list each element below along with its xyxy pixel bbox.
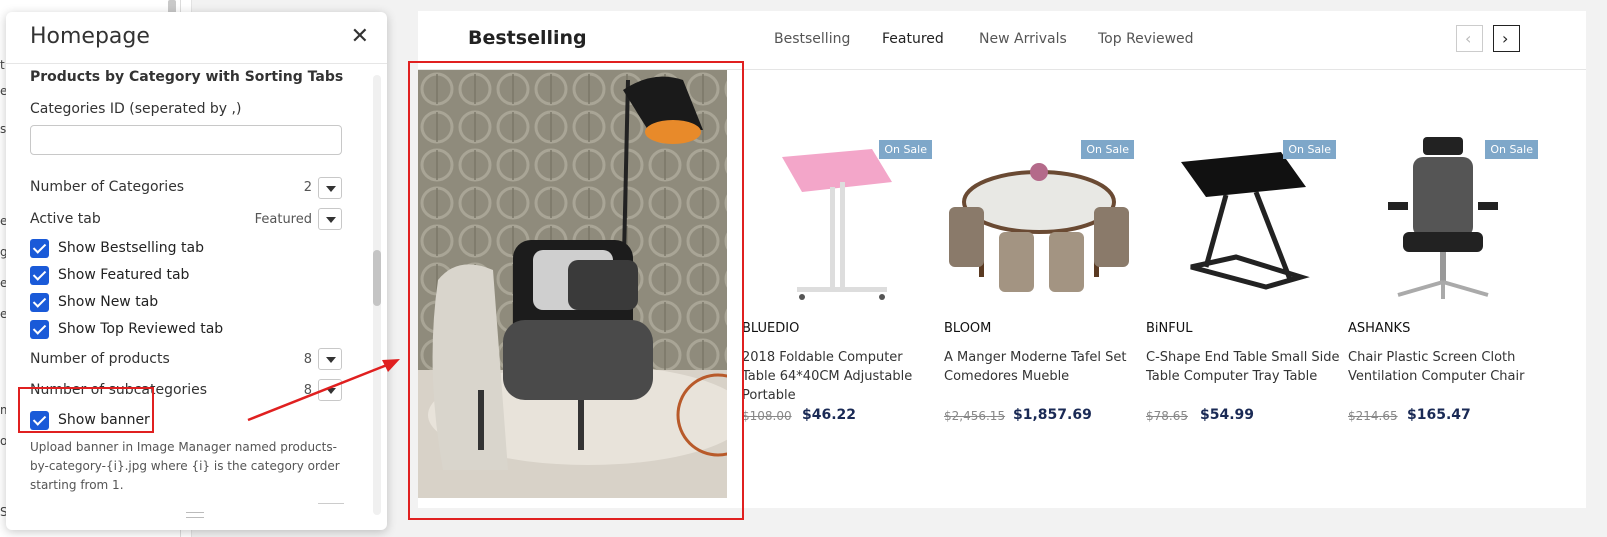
next-button[interactable]: › xyxy=(1493,25,1520,52)
active-tab-value: Featured xyxy=(254,212,312,227)
panel-scrollbar[interactable] xyxy=(373,75,381,515)
section-title: Products by Category with Sorting Tabs xyxy=(30,69,344,85)
product-card[interactable]: On Sale BLUEDIO 2018 Foldable Computer T… xyxy=(742,127,932,427)
sale-price: $54.99 xyxy=(1200,407,1255,423)
tab-bestselling[interactable]: Bestselling xyxy=(774,31,850,47)
checkbox-checked[interactable] xyxy=(30,238,49,258)
panel-header: Homepage ✕ xyxy=(6,12,387,64)
number-of-products-label: Number of products xyxy=(30,351,170,367)
prev-button[interactable]: ‹ xyxy=(1456,25,1483,52)
active-tab-dropdown[interactable] xyxy=(318,208,342,230)
on-sale-badge: On Sale xyxy=(1081,140,1134,159)
banner-highlight-box xyxy=(408,61,744,520)
panel-body: Products by Category with Sorting Tabs C… xyxy=(6,65,387,530)
background-text-fragment: t xyxy=(0,58,5,72)
categories-id-input[interactable] xyxy=(30,125,342,155)
product-card[interactable]: On Sale BiNFUL C-Shape End Table Small S… xyxy=(1146,127,1340,427)
show-new-tab-checkbox[interactable]: Show New tab xyxy=(30,292,158,312)
product-brand: BiNFUL xyxy=(1146,321,1193,336)
show-featured-tab-checkbox[interactable]: Show Featured tab xyxy=(30,265,189,285)
old-price: $214.65 xyxy=(1348,409,1398,423)
product-brand: ASHANKS xyxy=(1348,321,1411,336)
old-price: $78.65 xyxy=(1146,409,1188,423)
homepage-settings-panel: Homepage ✕ Products by Category with Sor… xyxy=(6,12,387,530)
on-sale-badge: On Sale xyxy=(1283,140,1336,159)
tab-featured[interactable]: Featured xyxy=(882,31,944,47)
number-of-categories-dropdown[interactable] xyxy=(318,177,342,199)
tab-top-reviewed[interactable]: Top Reviewed xyxy=(1098,31,1194,47)
resize-grip-icon[interactable] xyxy=(186,512,204,518)
checkbox-label: Show Bestselling tab xyxy=(58,240,204,256)
checkbox-label: Show Top Reviewed tab xyxy=(58,321,224,337)
show-top-reviewed-tab-checkbox[interactable]: Show Top Reviewed tab xyxy=(30,319,223,339)
product-name[interactable]: C-Shape End Table Small Side Table Compu… xyxy=(1146,348,1341,386)
close-icon[interactable]: ✕ xyxy=(351,26,369,48)
checkbox-label: Show New tab xyxy=(58,294,159,310)
product-name[interactable]: Chair Plastic Screen Cloth Ventilation C… xyxy=(1348,348,1543,386)
old-price: $2,456.15 xyxy=(944,409,1006,423)
panel-title: Homepage xyxy=(30,24,150,49)
product-name[interactable]: 2018 Foldable Computer Table 64*40CM Adj… xyxy=(742,348,937,405)
show-bestselling-tab-checkbox[interactable]: Show Bestselling tab xyxy=(30,238,204,258)
number-of-categories-label: Number of Categories xyxy=(30,179,185,195)
sale-price: $165.47 xyxy=(1407,407,1471,423)
show-banner-highlight-box xyxy=(18,387,154,433)
next-field-edge xyxy=(318,503,344,515)
product-name[interactable]: A Manger Moderne Tafel Set Comedores Mue… xyxy=(944,348,1139,386)
checkbox-checked[interactable] xyxy=(30,319,49,339)
product-card[interactable]: On Sale ASHANKS Chair Plastic Screen Clo… xyxy=(1348,127,1538,427)
number-of-subcategories-value: 8 xyxy=(303,383,312,398)
number-of-categories-value: 2 xyxy=(303,180,312,195)
tab-new-arrivals[interactable]: New Arrivals xyxy=(979,31,1067,47)
product-card[interactable]: On Sale BLOOM A Manger Moderne Tafel Set… xyxy=(944,127,1134,427)
number-of-products-value: 8 xyxy=(303,352,312,367)
chevron-right-icon: › xyxy=(1502,29,1509,48)
banner-help-text: Upload banner in Image Manager named pro… xyxy=(30,440,340,492)
chevron-left-icon: ‹ xyxy=(1465,29,1472,48)
on-sale-badge: On Sale xyxy=(1485,140,1538,159)
checkbox-checked[interactable] xyxy=(30,265,49,285)
number-of-products-dropdown[interactable] xyxy=(318,348,342,370)
number-of-subcategories-dropdown[interactable] xyxy=(318,379,342,401)
sale-price: $46.22 xyxy=(802,407,857,423)
product-brand: BLUEDIO xyxy=(742,321,800,336)
active-tab-label: Active tab xyxy=(30,211,101,227)
checkbox-label: Show Featured tab xyxy=(58,267,190,283)
sale-price: $1,857.69 xyxy=(1013,407,1092,423)
product-brand: BLOOM xyxy=(944,321,992,336)
scrollbar-thumb[interactable] xyxy=(373,250,381,306)
old-price: $108.00 xyxy=(742,409,792,423)
on-sale-badge: On Sale xyxy=(879,140,932,159)
categories-id-label: Categories ID (seperated by ,) xyxy=(30,101,242,117)
checkbox-checked[interactable] xyxy=(30,292,49,312)
section-heading: Bestselling xyxy=(468,27,587,49)
